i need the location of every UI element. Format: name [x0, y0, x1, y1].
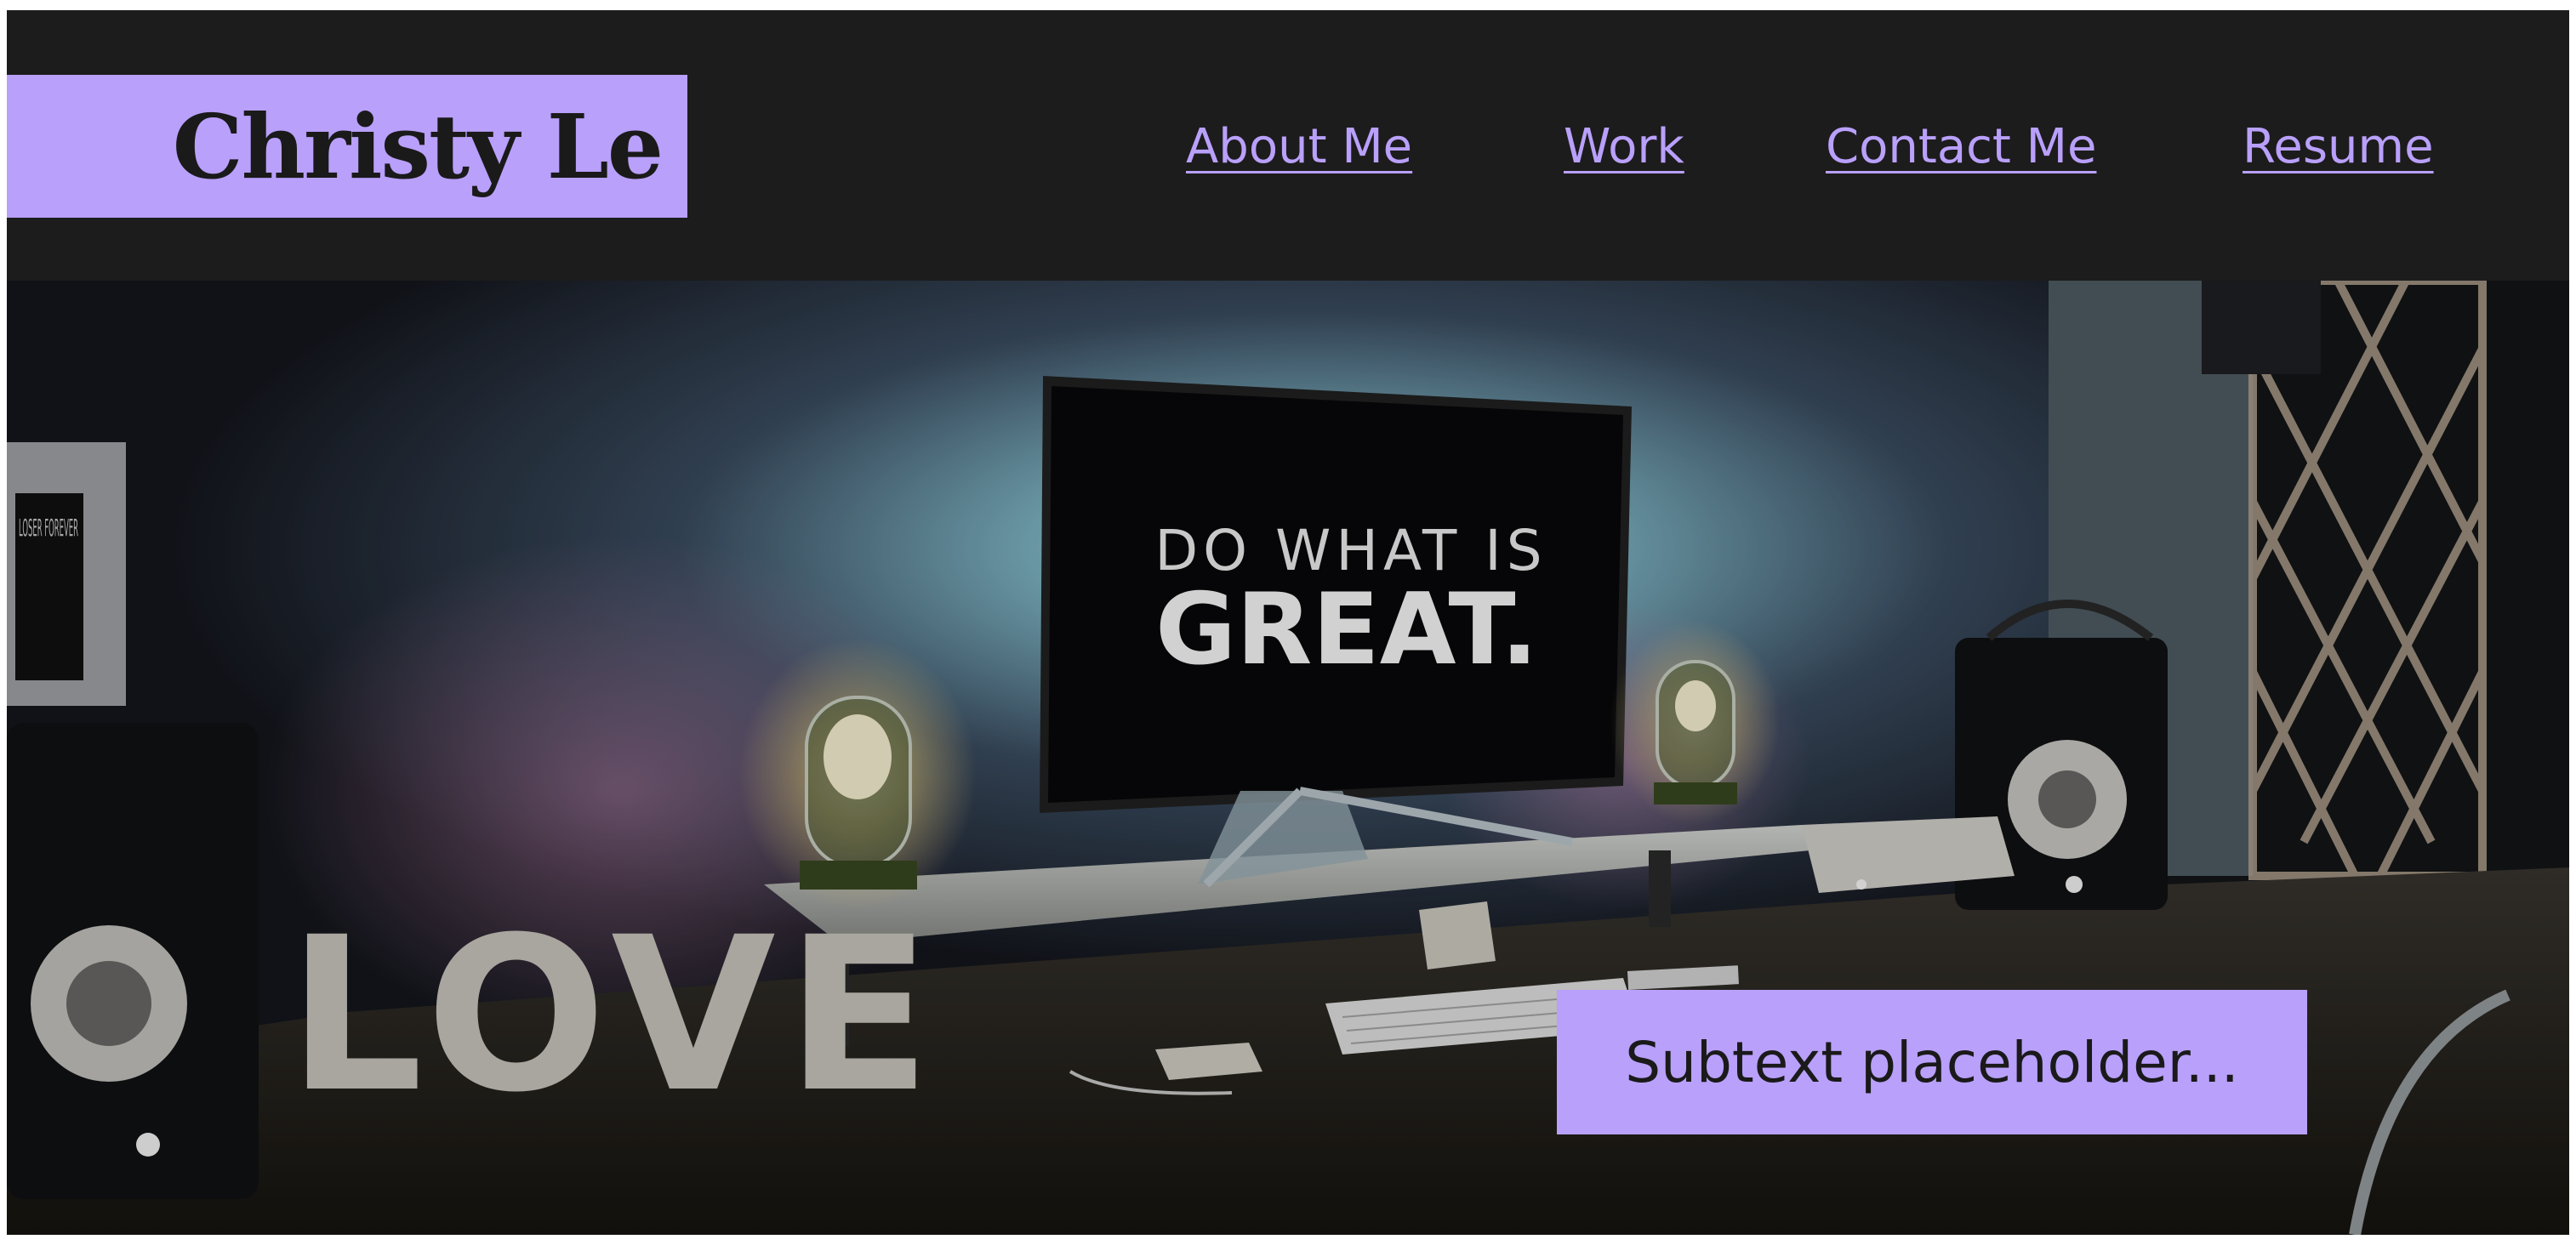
site-header: Christy Le About Me Work Contact Me Resu…: [7, 10, 2569, 281]
nav-link-work[interactable]: Work: [1564, 119, 1684, 174]
nav-link-resume[interactable]: Resume: [2243, 119, 2434, 174]
hero-banner: LOSER FOREVER DO WHAT IS GREAT. LOVE Sub…: [7, 281, 2569, 1235]
nav-link-contact-me[interactable]: Contact Me: [1826, 119, 2096, 174]
hero-subtext: Subtext placeholder...: [1625, 1029, 2239, 1095]
subtext-callout: Subtext placeholder...: [1557, 990, 2307, 1134]
nav-link-about-me[interactable]: About Me: [1186, 119, 1412, 174]
main-nav: About Me Work Contact Me Resume: [7, 119, 2569, 187]
page-frame: Christy Le About Me Work Contact Me Resu…: [7, 10, 2569, 1235]
